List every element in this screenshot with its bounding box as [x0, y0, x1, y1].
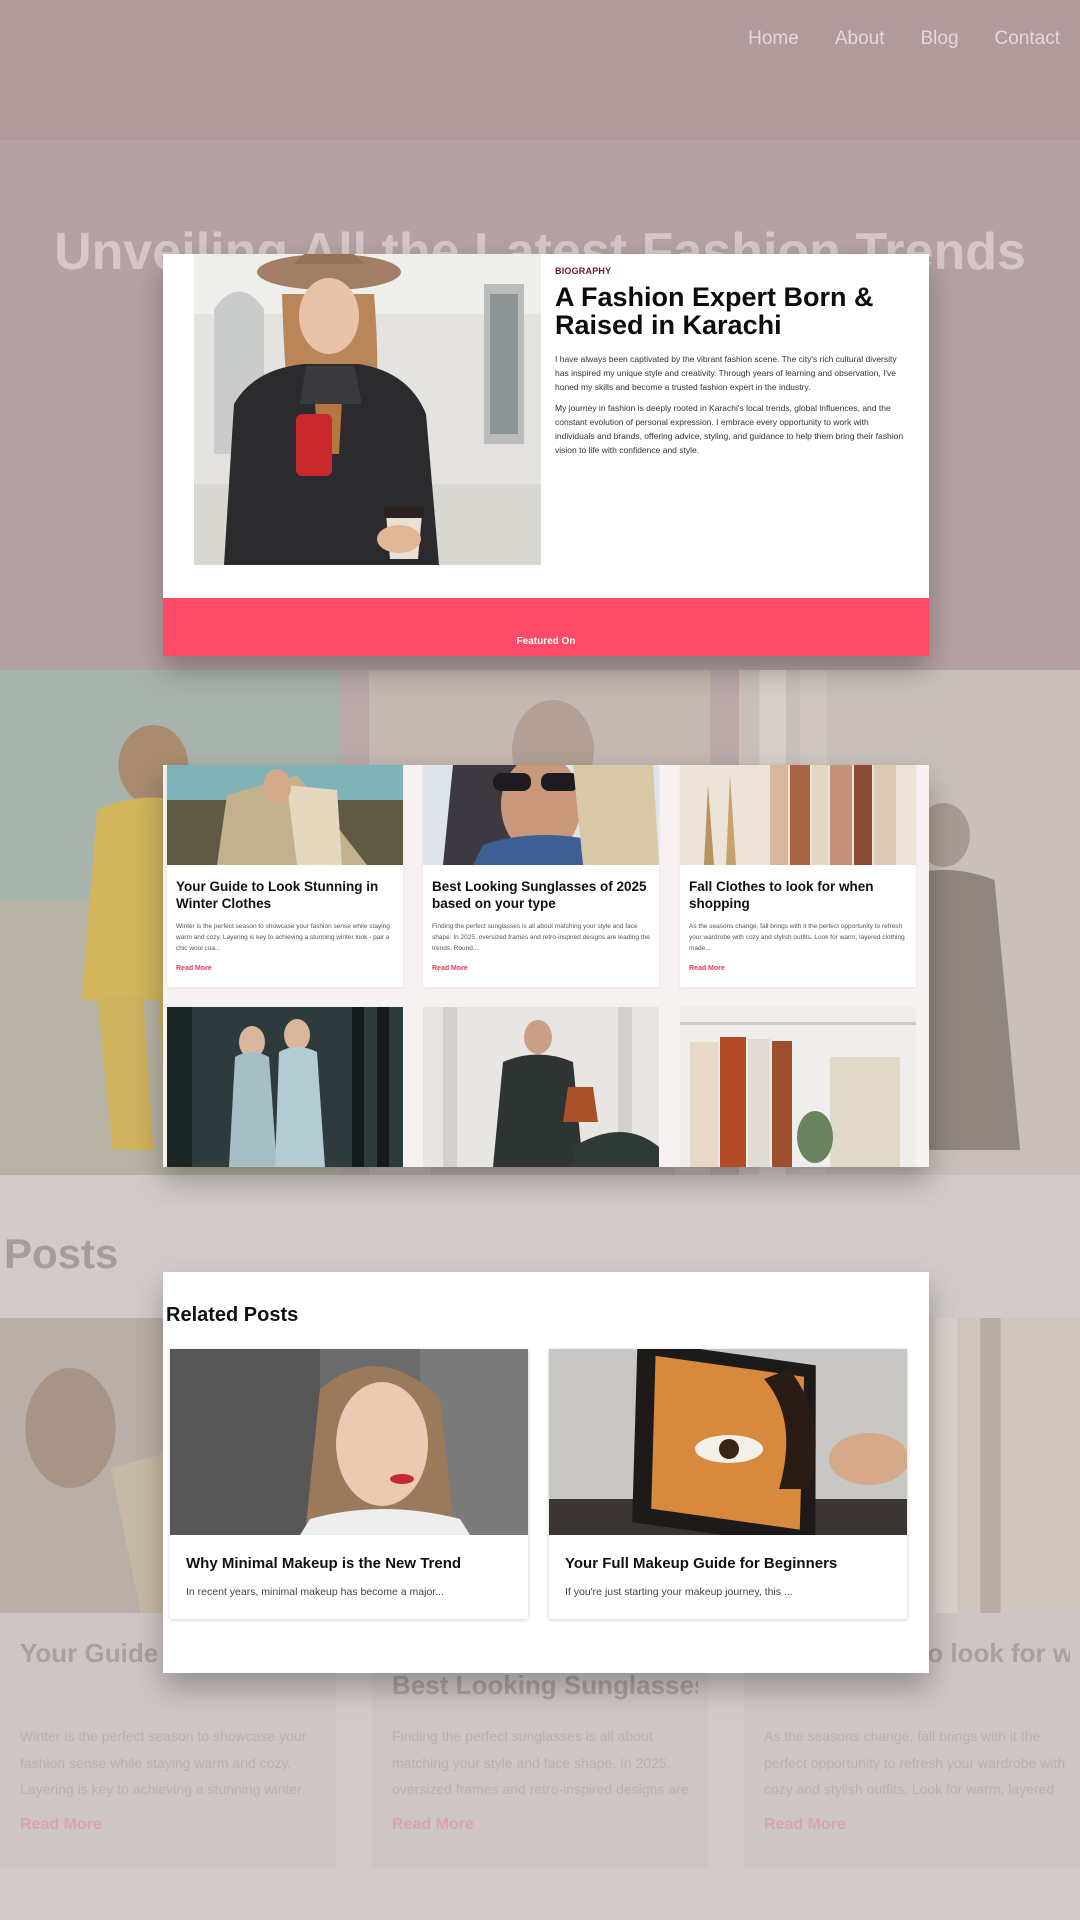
related-posts-heading: Related Posts: [166, 1304, 299, 1326]
posts-heading: Posts: [4, 1230, 119, 1277]
post-card[interactable]: Your Guide to Look Stunning in Winter Cl…: [167, 765, 403, 987]
bg-post-excerpt: Winter is the perfect season to showcase…: [20, 1728, 307, 1798]
related-post-image: [549, 1349, 907, 1535]
related-post-title: Your Full Makeup Guide for Beginners: [565, 1555, 838, 1572]
related-post-card[interactable]: Why Minimal Makeup is the New Trend In r…: [170, 1349, 528, 1619]
post-card-excerpt: Finding the perfect sunglasses is all ab…: [432, 923, 650, 953]
bg-read-more-link[interactable]: Read More: [20, 1816, 102, 1834]
biography-photo: [194, 254, 541, 565]
bg-read-more-link[interactable]: Read More: [392, 1816, 474, 1834]
bg-post-title: Best Looking Sunglasses of 2025 based on…: [392, 1670, 698, 1700]
read-more-link[interactable]: Read More: [432, 965, 468, 972]
biography-kicker: BIOGRAPHY: [555, 266, 612, 276]
post-card-image[interactable]: [167, 1007, 403, 1167]
biography-text: BIOGRAPHY A Fashion Expert Born & Raised…: [555, 266, 910, 457]
related-posts-card: Related Posts Why Minimal Makeup is the …: [163, 1272, 929, 1673]
post-card-title: Your Guide to Look Stunning in Winter Cl…: [176, 879, 379, 912]
read-more-link[interactable]: Read More: [176, 965, 212, 972]
bg-post-excerpt: Finding the perfect sunglasses is all ab…: [392, 1728, 689, 1798]
post-card-excerpt: As the seasons change, fall brings with …: [689, 923, 905, 953]
bg-post-excerpt: As the seasons change, fall brings with …: [764, 1728, 1066, 1798]
nav-about[interactable]: About: [835, 28, 885, 50]
post-card-image[interactable]: [423, 1007, 659, 1167]
related-post-excerpt: In recent years, minimal makeup has beco…: [186, 1586, 444, 1598]
bg-read-more-link[interactable]: Read More: [764, 1816, 846, 1834]
main-nav: Home About Blog Contact: [748, 28, 1060, 50]
biography-card: BIOGRAPHY A Fashion Expert Born & Raised…: [163, 254, 929, 656]
nav-blog[interactable]: Blog: [920, 28, 958, 50]
biography-title: A Fashion Expert Born & Raised in Karach…: [555, 282, 874, 340]
featured-on-label: Featured On: [516, 636, 576, 647]
post-card-image: [167, 765, 403, 865]
post-card-title: Fall Clothes to look for when shopping: [689, 879, 874, 912]
post-card-image: [423, 765, 659, 865]
related-post-title: Why Minimal Makeup is the New Trend: [186, 1555, 462, 1572]
post-card-excerpt: Winter is the perfect season to showcase…: [176, 923, 390, 953]
nav-home[interactable]: Home: [748, 28, 799, 50]
post-card-title: Best Looking Sunglasses of 2025 based on…: [432, 879, 647, 912]
post-card-image: [680, 765, 916, 865]
biography-paragraph: I have always been captivated by the vib…: [555, 354, 897, 392]
related-post-excerpt: If you're just starting your makeup jour…: [565, 1586, 793, 1598]
related-post-image: [170, 1349, 528, 1535]
featured-on-bar: Featured On: [163, 598, 929, 656]
nav-contact[interactable]: Contact: [995, 28, 1060, 50]
read-more-link[interactable]: Read More: [689, 965, 725, 972]
biography-paragraph: My journey in fashion is deeply rooted i…: [555, 403, 904, 455]
post-card[interactable]: Fall Clothes to look for when shopping A…: [680, 765, 916, 987]
post-grid-card: Your Guide to Look Stunning in Winter Cl…: [163, 765, 929, 1167]
post-card-image[interactable]: [680, 1007, 916, 1167]
related-post-card[interactable]: Your Full Makeup Guide for Beginners If …: [549, 1349, 907, 1619]
post-card[interactable]: Best Looking Sunglasses of 2025 based on…: [423, 765, 659, 987]
